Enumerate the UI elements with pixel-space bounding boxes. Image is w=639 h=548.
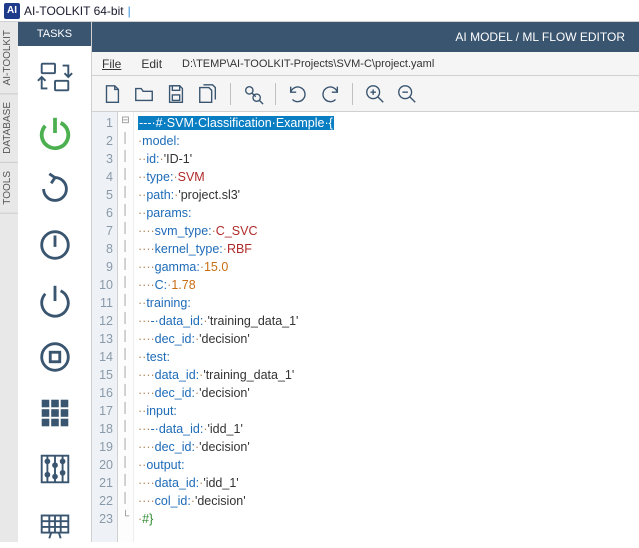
save-all-icon[interactable]	[194, 80, 222, 108]
save-icon[interactable]	[162, 80, 190, 108]
redo-icon[interactable]	[316, 80, 344, 108]
editor-header: AI MODEL / ML FLOW EDITOR	[92, 22, 639, 52]
power-off-icon[interactable]	[32, 278, 78, 324]
main-panel: AI MODEL / ML FLOW EDITOR File Edit D:\T…	[92, 22, 639, 542]
tab-ai-toolkit[interactable]: AI-TOOLKIT	[0, 22, 18, 94]
abacus-icon[interactable]	[32, 446, 78, 492]
vertical-tabs: AI-TOOLKIT DATABASE TOOLS	[0, 22, 18, 542]
stop-icon[interactable]	[32, 334, 78, 380]
tab-tools[interactable]: TOOLS	[0, 163, 18, 214]
app-logo-icon: AI	[4, 3, 20, 19]
toolbar	[92, 76, 639, 112]
zoom-out-icon[interactable]	[393, 80, 421, 108]
zoom-in-icon[interactable]	[361, 80, 389, 108]
sidebar-header: TASKS	[18, 22, 91, 46]
toolbar-separator	[352, 83, 353, 105]
sidebar: TASKS	[18, 22, 92, 542]
toolbar-separator	[275, 83, 276, 105]
menu-file[interactable]: File	[92, 53, 131, 75]
find-icon[interactable]	[239, 80, 267, 108]
undo-icon[interactable]	[284, 80, 312, 108]
sync-icon[interactable]	[32, 54, 78, 100]
new-file-icon[interactable]	[98, 80, 126, 108]
toolbar-separator	[230, 83, 231, 105]
power-on-icon[interactable]	[32, 110, 78, 156]
restart-icon[interactable]	[32, 166, 78, 212]
line-gutter: 1234567891011121314151617181920212223	[92, 112, 118, 542]
grid-icon[interactable]	[32, 390, 78, 436]
standby-icon[interactable]	[32, 222, 78, 268]
menu-bar: File Edit D:\TEMP\AI-TOOLKIT-Projects\SV…	[92, 52, 639, 76]
tab-database[interactable]: DATABASE	[0, 94, 18, 163]
app-title: AI-TOOLKIT 64-bit	[24, 4, 124, 18]
menu-edit[interactable]: Edit	[131, 53, 172, 75]
fold-column[interactable]: ⊟│││││││││││││││││││││└	[118, 112, 134, 542]
title-divider: |	[128, 4, 131, 18]
code-editor[interactable]: 1234567891011121314151617181920212223 ⊟│…	[92, 112, 639, 542]
solar-panel-icon[interactable]	[32, 502, 78, 548]
code-area[interactable]: ---·#·SVM·Classification·Example·{·model…	[134, 112, 639, 542]
title-bar: AI AI-TOOLKIT 64-bit |	[0, 0, 639, 22]
open-folder-icon[interactable]	[130, 80, 158, 108]
file-path: D:\TEMP\AI-TOOLKIT-Projects\SVM-C\projec…	[172, 54, 444, 74]
